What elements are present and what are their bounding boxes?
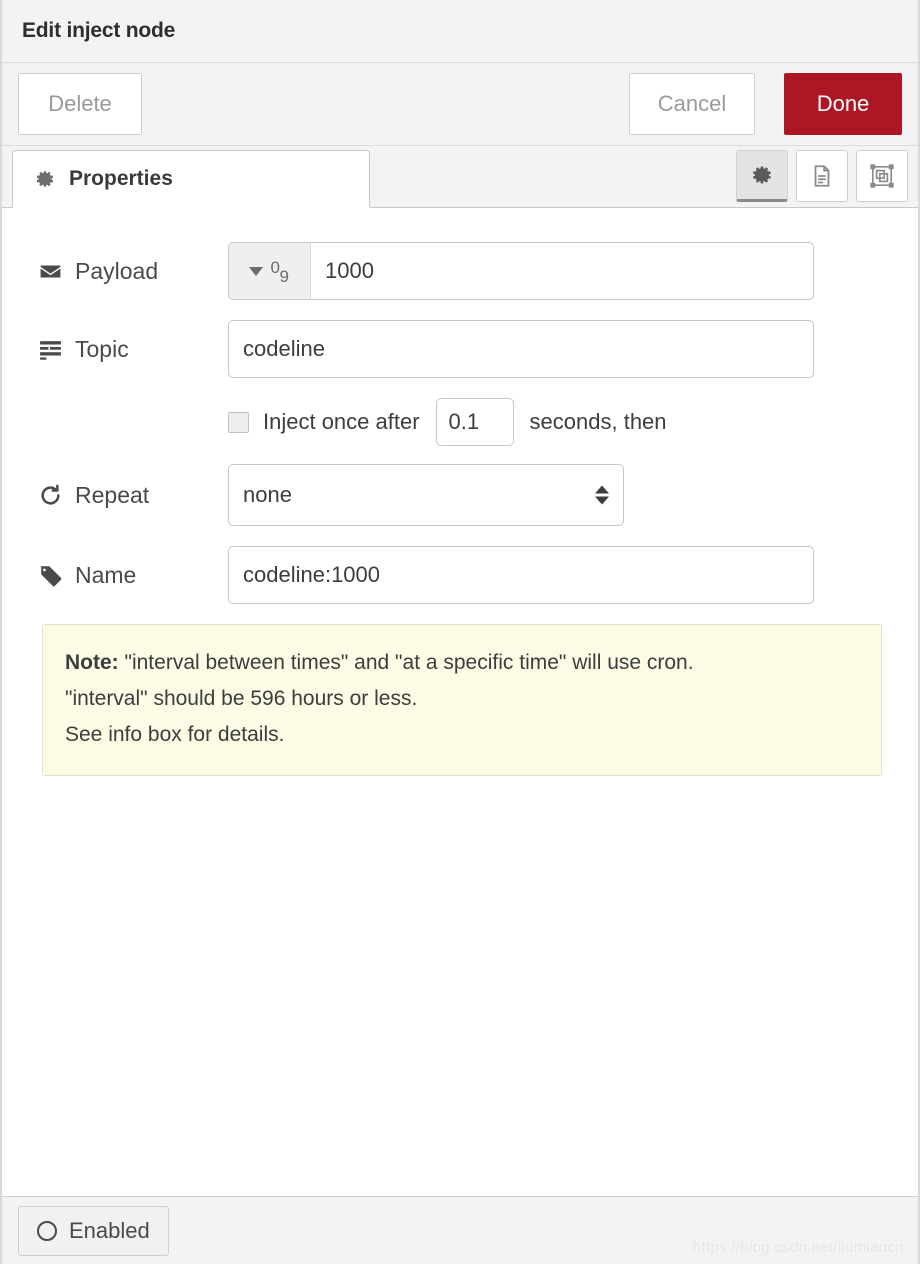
repeat-label-text: Repeat (75, 482, 149, 509)
sort-arrows-icon (595, 486, 609, 505)
tag-icon (38, 563, 63, 588)
gear-icon (33, 167, 57, 191)
enabled-label: Enabled (69, 1218, 150, 1244)
tab-properties[interactable]: Properties (12, 150, 370, 208)
cancel-button[interactable]: Cancel (629, 73, 755, 135)
envelope-icon (38, 259, 63, 284)
name-label: Name (38, 562, 228, 589)
document-icon (809, 163, 835, 189)
tab-bar: Properties (2, 146, 918, 208)
note-box: Note: "interval between times" and "at a… (42, 624, 882, 776)
caret-down-icon (595, 497, 609, 505)
done-button[interactable]: Done (784, 73, 902, 135)
repeat-row: Repeat none (2, 464, 918, 526)
inject-once-checkbox[interactable] (228, 412, 249, 433)
edit-inject-node-dialog: Edit inject node Delete Cancel Done Prop… (0, 0, 920, 1264)
settings-icon-button[interactable] (736, 150, 788, 202)
repeat-select[interactable]: none (228, 464, 624, 526)
topic-label-text: Topic (75, 336, 129, 363)
topic-input[interactable]: codeline (228, 320, 814, 378)
dialog-title: Edit inject node (22, 19, 175, 43)
dialog-titlebar: Edit inject node (2, 0, 918, 63)
note-line-3: See info box for details. (65, 717, 859, 753)
name-row: Name codeline:1000 (2, 546, 918, 604)
payload-label-text: Payload (75, 258, 158, 285)
repeat-select-value: none (243, 482, 292, 508)
payload-type-selector[interactable]: 0 9 (229, 243, 311, 299)
shapes-icon (869, 163, 895, 189)
dialog-footer: Enabled https://blog.csdn.net/liumiaocn (2, 1196, 918, 1264)
number-type-icon: 0 9 (271, 259, 291, 283)
topic-row: Topic codeline (2, 320, 918, 378)
chevron-down-icon (249, 267, 263, 276)
payload-input[interactable]: 1000 (311, 243, 813, 299)
note-line-1: Note: "interval between times" and "at a… (65, 645, 859, 681)
caret-up-icon (595, 486, 609, 494)
inject-once-suffix: seconds, then (530, 409, 667, 435)
description-icon-button[interactable] (796, 150, 848, 202)
gear-icon (749, 162, 775, 188)
dialog-action-bar: Delete Cancel Done (2, 63, 918, 146)
name-label-text: Name (75, 562, 136, 589)
name-input[interactable]: codeline:1000 (228, 546, 814, 604)
inject-once-row: Inject once after 0.1 seconds, then (2, 398, 918, 446)
watermark-text: https://blog.csdn.net/liumiaocn (693, 1239, 904, 1256)
note-line-1-text: "interval between times" and "at a speci… (119, 651, 694, 674)
topic-label: Topic (38, 336, 228, 363)
tab-properties-label: Properties (69, 167, 173, 191)
tasks-icon (38, 337, 63, 362)
note-line-2: "interval" should be 596 hours or less. (65, 681, 859, 717)
tab-tool-buttons (736, 150, 908, 202)
note-prefix: Note: (65, 651, 119, 674)
inject-delay-input[interactable]: 0.1 (436, 398, 514, 446)
repeat-label: Repeat (38, 482, 228, 509)
inject-once-label: Inject once after (263, 409, 420, 435)
payload-field[interactable]: 0 9 1000 (228, 242, 814, 300)
delete-button[interactable]: Delete (18, 73, 142, 135)
enabled-toggle-button[interactable]: Enabled (18, 1206, 169, 1256)
payload-row: Payload 0 9 1000 (2, 242, 918, 300)
circle-icon (37, 1221, 57, 1241)
repeat-icon (38, 483, 63, 508)
appearance-icon-button[interactable] (856, 150, 908, 202)
payload-label: Payload (38, 258, 228, 285)
properties-form: Payload 0 9 1000 (2, 208, 918, 1196)
